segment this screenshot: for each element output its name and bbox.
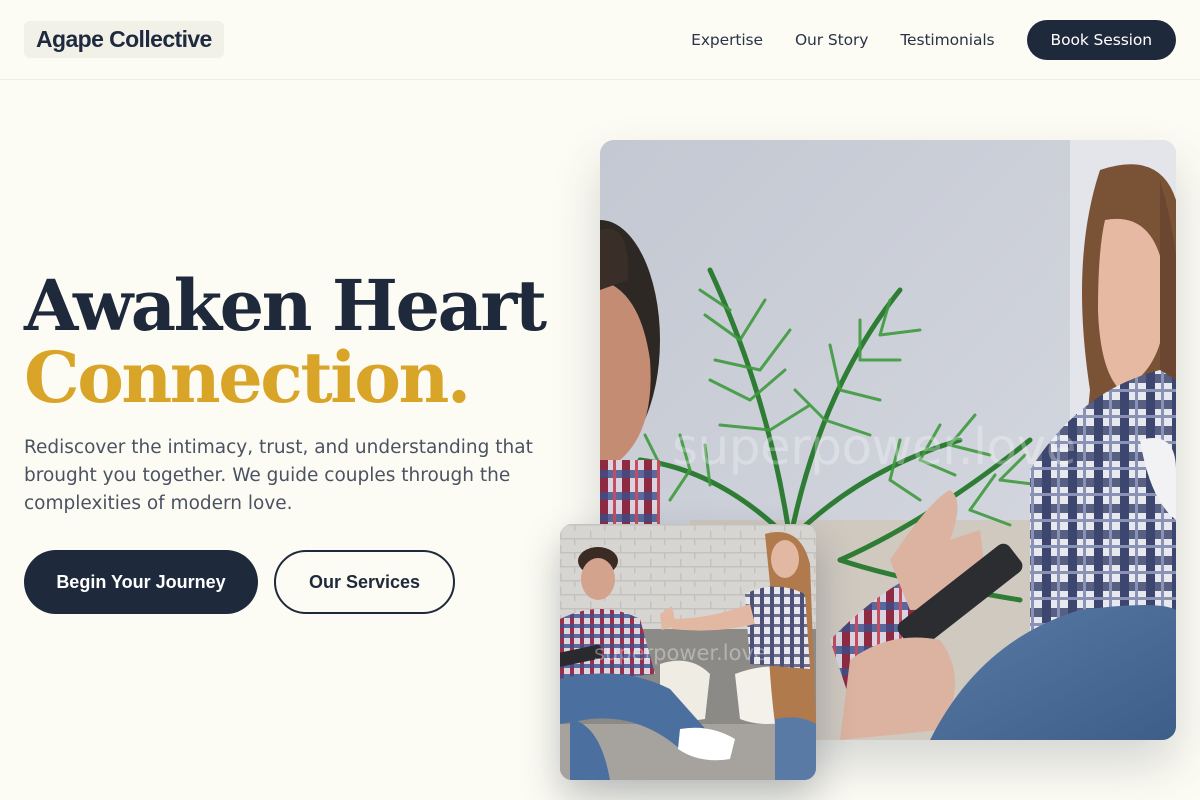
book-session-button[interactable]: Book Session [1026,20,1176,60]
main-nav: Expertise Our Story Testimonials Book Se… [691,20,1176,60]
hero-title: Awaken Heart Connection. [24,264,547,419]
hero-title-line-2: Connection. [24,336,471,419]
inset-photo-couple-argument: superpower.love [560,524,816,780]
hero-description: Rediscover the intimacy, trust, and unde… [24,437,533,514]
site-header: Agape Collective Expertise Our Story Tes… [0,0,1200,80]
main-photo-watermark: superpower.love [672,418,1076,476]
nav-link-expertise[interactable]: Expertise [691,31,763,49]
nav-link-testimonials[interactable]: Testimonials [900,31,994,49]
brand-logo[interactable]: Agape Collective [24,21,224,58]
inset-photo-watermark: superpower.love [594,641,767,665]
our-services-button[interactable]: Our Services [274,550,455,614]
begin-journey-button[interactable]: Begin Your Journey [24,550,258,614]
nav-link-our-story[interactable]: Our Story [795,31,868,49]
hero-title-line-1: Awaken Heart [24,264,547,347]
